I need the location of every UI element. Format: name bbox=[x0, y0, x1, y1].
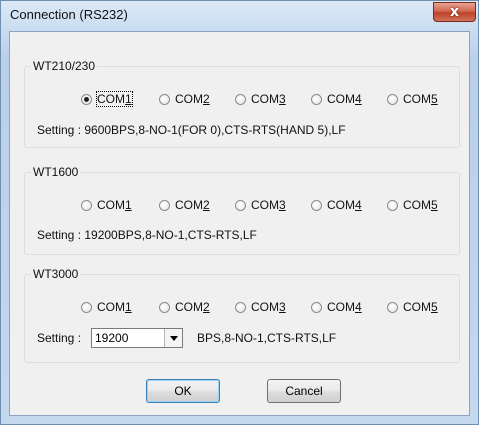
radio-label: COM5 bbox=[403, 92, 438, 106]
radio-indicator bbox=[235, 301, 246, 313]
radio-label: COM1 bbox=[97, 300, 132, 314]
radio-label: COM5 bbox=[403, 300, 438, 314]
radio-indicator bbox=[311, 301, 322, 313]
radio-label: COM5 bbox=[403, 198, 438, 212]
close-button[interactable]: x bbox=[433, 2, 476, 22]
dialog-client-area: WT210/230 COM1 COM2 COM3 COM4 COM5 Setti… bbox=[9, 31, 470, 416]
radio-wt1600-com1[interactable]: COM1 bbox=[81, 197, 132, 213]
setting-text-wt1600: Setting : 19200BPS,8-NO-1,CTS-RTS,LF bbox=[37, 228, 257, 242]
baud-rate-select[interactable]: 19200 bbox=[91, 328, 183, 348]
radio-label: COM4 bbox=[327, 300, 362, 314]
cancel-button[interactable]: Cancel bbox=[267, 379, 341, 403]
radio-wt210-com2[interactable]: COM2 bbox=[159, 91, 210, 107]
radio-label: COM3 bbox=[251, 300, 286, 314]
chevron-down-icon[interactable] bbox=[164, 329, 182, 347]
radio-wt1600-com2[interactable]: COM2 bbox=[159, 197, 210, 213]
setting-text-wt210: Setting : 9600BPS,8-NO-1(FOR 0),CTS-RTS(… bbox=[37, 123, 346, 137]
radio-label: COM4 bbox=[327, 198, 362, 212]
group-label-wt1600: WT1600 bbox=[31, 165, 81, 179]
radio-label: COM2 bbox=[175, 300, 210, 314]
radio-wt210-com3[interactable]: COM3 bbox=[235, 91, 286, 107]
radio-label: COM1 bbox=[96, 91, 133, 107]
radio-wt210-com4[interactable]: COM4 bbox=[311, 91, 362, 107]
port-radio-row: COM1 COM2 COM3 COM4 COM5 bbox=[25, 299, 461, 315]
radio-indicator bbox=[159, 93, 170, 105]
group-label-wt3000: WT3000 bbox=[31, 267, 81, 281]
radio-label: COM2 bbox=[175, 198, 210, 212]
radio-wt3000-com5[interactable]: COM5 bbox=[387, 299, 438, 315]
setting-suffix-wt3000: BPS,8-NO-1,CTS-RTS,LF bbox=[197, 331, 337, 345]
radio-indicator bbox=[159, 199, 170, 211]
radio-wt3000-com1[interactable]: COM1 bbox=[81, 299, 132, 315]
radio-indicator bbox=[311, 199, 322, 211]
setting-label-wt3000: Setting : bbox=[37, 331, 82, 345]
radio-indicator bbox=[387, 199, 398, 211]
radio-indicator bbox=[311, 93, 322, 105]
radio-wt1600-com5[interactable]: COM5 bbox=[387, 197, 438, 213]
group-wt1600: WT1600 COM1 COM2 COM3 COM4 COM5 Setting … bbox=[24, 165, 461, 255]
group-wt210-230: WT210/230 COM1 COM2 COM3 COM4 COM5 Setti… bbox=[24, 59, 461, 148]
radio-label: COM1 bbox=[97, 198, 132, 212]
radio-wt1600-com4[interactable]: COM4 bbox=[311, 197, 362, 213]
radio-indicator bbox=[387, 301, 398, 313]
ok-button[interactable]: OK bbox=[146, 379, 220, 403]
window-title: Connection (RS232) bbox=[10, 7, 128, 22]
radio-indicator bbox=[387, 93, 398, 105]
radio-label: COM3 bbox=[251, 92, 286, 106]
radio-indicator bbox=[159, 301, 170, 313]
close-icon: x bbox=[449, 4, 460, 20]
title-bar[interactable]: Connection (RS232) x bbox=[1, 1, 478, 31]
radio-indicator bbox=[235, 93, 246, 105]
group-label-wt210-230: WT210/230 bbox=[31, 59, 98, 73]
dialog-window: Connection (RS232) x WT210/230 COM1 COM2… bbox=[0, 0, 479, 425]
radio-indicator bbox=[81, 93, 92, 105]
radio-label: COM3 bbox=[251, 198, 286, 212]
port-radio-row: COM1 COM2 COM3 COM4 COM5 bbox=[25, 91, 461, 107]
radio-wt3000-com3[interactable]: COM3 bbox=[235, 299, 286, 315]
radio-indicator bbox=[235, 199, 246, 211]
radio-wt1600-com3[interactable]: COM3 bbox=[235, 197, 286, 213]
baud-rate-value: 19200 bbox=[95, 331, 129, 345]
port-radio-row: COM1 COM2 COM3 COM4 COM5 bbox=[25, 197, 461, 213]
radio-indicator bbox=[81, 301, 92, 313]
radio-wt210-com5[interactable]: COM5 bbox=[387, 91, 438, 107]
radio-indicator bbox=[81, 199, 92, 211]
radio-label: COM2 bbox=[175, 92, 210, 106]
group-wt3000: WT3000 COM1 COM2 COM3 COM4 COM5 Setting … bbox=[24, 267, 461, 363]
radio-label: COM4 bbox=[327, 92, 362, 106]
radio-wt210-com1[interactable]: COM1 bbox=[81, 91, 133, 107]
radio-wt3000-com4[interactable]: COM4 bbox=[311, 299, 362, 315]
radio-wt3000-com2[interactable]: COM2 bbox=[159, 299, 210, 315]
